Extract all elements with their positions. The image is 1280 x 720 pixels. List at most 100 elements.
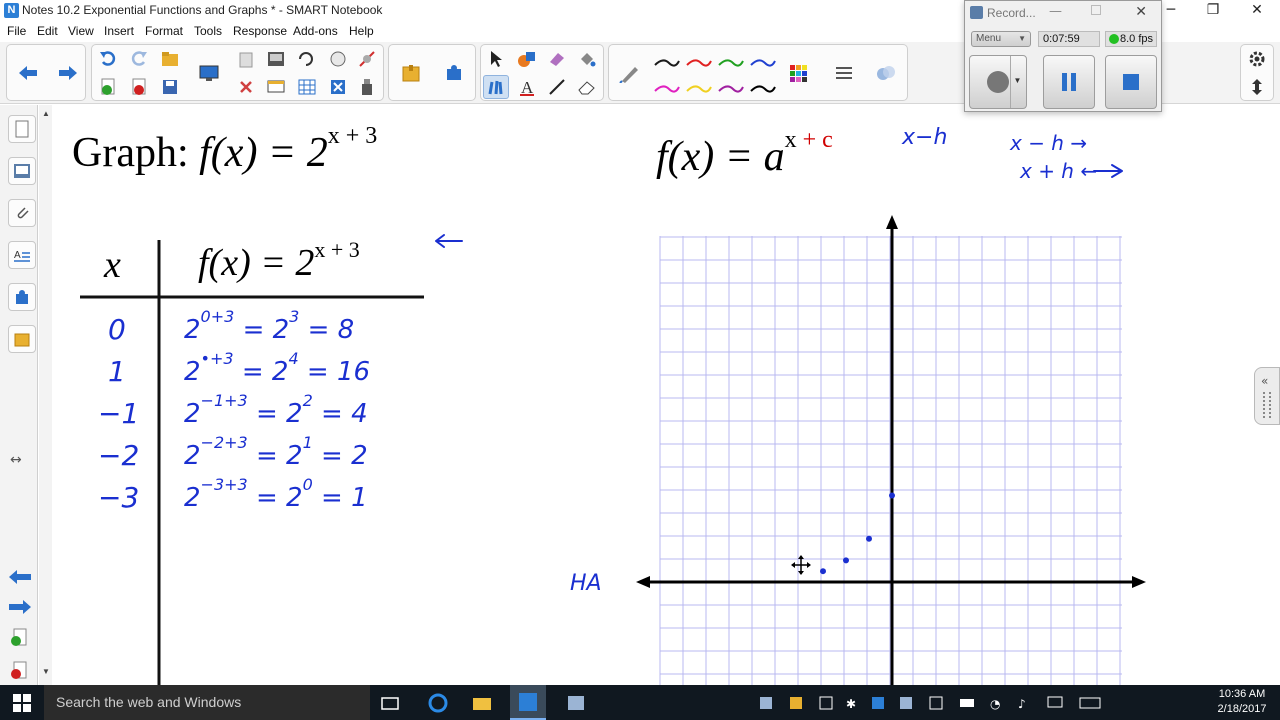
pen-swatch[interactable] xyxy=(686,59,712,67)
recorder-taskbar-icon[interactable] xyxy=(566,693,586,713)
fill-icon[interactable] xyxy=(574,47,600,71)
web-browser-icon[interactable] xyxy=(325,47,351,71)
close-button[interactable]: ✕ xyxy=(1234,0,1280,22)
scroll-up-icon[interactable]: ▲ xyxy=(42,109,50,118)
pen-swatch[interactable] xyxy=(686,85,712,93)
side-panel-tab[interactable]: « xyxy=(1254,367,1280,425)
gallery-icon[interactable] xyxy=(8,157,36,185)
table-icon[interactable] xyxy=(294,75,320,99)
next-page-icon[interactable] xyxy=(7,598,33,621)
record-options-chevron-icon[interactable]: ▼ xyxy=(1010,56,1024,108)
properties-icon[interactable]: A xyxy=(8,241,36,269)
pen-color-swatches[interactable] xyxy=(651,51,781,97)
save-icon[interactable] xyxy=(157,75,183,99)
delete-page-icon[interactable] xyxy=(126,75,152,99)
previous-page-icon[interactable] xyxy=(7,568,33,591)
fx-exponent: −2+3 xyxy=(200,433,248,452)
restore-button[interactable]: ❐ xyxy=(1190,0,1236,22)
recorder-title: Record... xyxy=(987,6,1036,20)
windows-start-icon[interactable] xyxy=(13,694,31,717)
back-arrow-icon[interactable] xyxy=(15,61,41,85)
menu-insert[interactable]: Insert xyxy=(104,24,134,38)
menu-help[interactable]: Help xyxy=(349,24,374,38)
eraser-shape-icon[interactable] xyxy=(544,47,570,71)
lesson-activity-icon[interactable] xyxy=(398,61,424,85)
fx-exponent: −3+3 xyxy=(200,475,248,494)
menu-format[interactable]: Format xyxy=(145,24,183,38)
record-button[interactable]: ▼ xyxy=(969,55,1027,109)
menu-file[interactable]: File xyxy=(7,24,26,38)
expand-sidebar-icon[interactable]: ↔ xyxy=(10,452,22,468)
move-toolbar-icon[interactable] xyxy=(1244,75,1270,99)
fx-base: 2 xyxy=(184,357,201,387)
pause-button[interactable] xyxy=(1043,55,1095,109)
settings-icon[interactable] xyxy=(1244,47,1270,71)
window-title: Notes 10.2 Exponential Functions and Gra… xyxy=(22,3,383,17)
task-view-icon[interactable] xyxy=(380,693,400,713)
menu-response[interactable]: Response xyxy=(233,24,287,38)
sidebar-add-ons-icon[interactable] xyxy=(8,283,36,311)
recorder-maximize-button[interactable] xyxy=(1091,5,1101,15)
properties-group xyxy=(608,44,908,101)
pen-swatch[interactable] xyxy=(654,85,680,93)
recorder-close-button[interactable]: ✕ xyxy=(1135,4,1147,20)
transparency-icon[interactable] xyxy=(873,61,899,85)
open-icon[interactable] xyxy=(157,47,183,71)
note-shift: x−h xyxy=(902,125,948,150)
magic-pen-icon[interactable] xyxy=(617,61,643,85)
add-ons-icon[interactable] xyxy=(441,61,467,85)
sidebar-add-page-icon[interactable] xyxy=(9,628,29,653)
edge-browser-icon[interactable] xyxy=(428,693,448,713)
delete-icon[interactable] xyxy=(233,75,259,99)
menu-edit[interactable]: Edit xyxy=(37,24,58,38)
table-cell-fx: 2−1+3 = 22 = 4 xyxy=(184,391,368,429)
smart-notebook-taskbar-button[interactable] xyxy=(510,685,546,720)
recorder-fps: 8.0 fps xyxy=(1105,31,1157,47)
menu-view[interactable]: View xyxy=(68,24,94,38)
pens-icon[interactable] xyxy=(483,75,509,99)
stop-button[interactable] xyxy=(1105,55,1157,109)
attachments-icon[interactable] xyxy=(8,199,36,227)
pen-swatch[interactable] xyxy=(750,85,776,93)
recorder-menu-dropdown[interactable]: Menu ▼ xyxy=(971,31,1031,47)
pen-swatch[interactable] xyxy=(718,59,744,67)
eraser-icon[interactable] xyxy=(574,75,600,99)
recorder-minimize-button[interactable]: — xyxy=(1049,4,1062,19)
file-explorer-icon[interactable] xyxy=(472,693,492,713)
clear-page-icon[interactable] xyxy=(325,75,351,99)
taskbar-clock[interactable]: 10:36 AM 2/18/2017 xyxy=(1210,687,1274,717)
pen-swatch[interactable] xyxy=(750,59,776,67)
taskbar-search-box[interactable]: Search the web and Windows xyxy=(44,685,370,720)
clock-time: 10:36 AM xyxy=(1218,688,1266,700)
select-icon[interactable] xyxy=(483,47,509,71)
sidebar-lesson-activity-icon[interactable] xyxy=(8,325,36,353)
pen-swatch[interactable] xyxy=(718,85,744,93)
menu-tools[interactable]: Tools xyxy=(194,24,222,38)
text-icon[interactable]: A xyxy=(514,75,540,99)
scroll-down-icon[interactable]: ▼ xyxy=(42,667,50,676)
full-screen-icon[interactable] xyxy=(354,47,380,71)
menu-add-ons[interactable]: Add-ons xyxy=(293,24,338,38)
show-hide-shade-icon[interactable] xyxy=(263,75,289,99)
paste-icon[interactable] xyxy=(233,47,259,71)
undo-icon[interactable] xyxy=(95,47,121,71)
pen-swatch[interactable] xyxy=(654,59,680,67)
vertical-scrollbar[interactable]: ▲ ▼ xyxy=(39,105,52,685)
line-style-icon[interactable] xyxy=(831,61,857,85)
forward-arrow-icon[interactable] xyxy=(55,61,81,85)
table-header-f: f(x) = 2x + 3 xyxy=(198,237,360,285)
redo-icon[interactable] xyxy=(126,47,152,71)
screen-capture-icon[interactable] xyxy=(196,61,222,85)
document-camera-icon[interactable] xyxy=(354,75,380,99)
screen-shade-icon[interactable] xyxy=(263,47,289,71)
sidebar-delete-page-icon[interactable] xyxy=(9,661,29,686)
color-palette-icon[interactable] xyxy=(785,61,811,85)
notebook-page[interactable]: Graph: f(x) = 2x + 3 f(x) = ax + c x f(x… xyxy=(52,105,1280,685)
record-page-icon[interactable] xyxy=(294,47,320,71)
recorder-elapsed-time: 0:07:59 xyxy=(1038,31,1100,47)
shapes-icon[interactable] xyxy=(514,47,540,71)
add-page-icon[interactable] xyxy=(95,75,121,99)
line-icon[interactable] xyxy=(544,75,570,99)
page-sorter-icon[interactable] xyxy=(8,115,36,143)
settings-group xyxy=(1240,44,1274,101)
